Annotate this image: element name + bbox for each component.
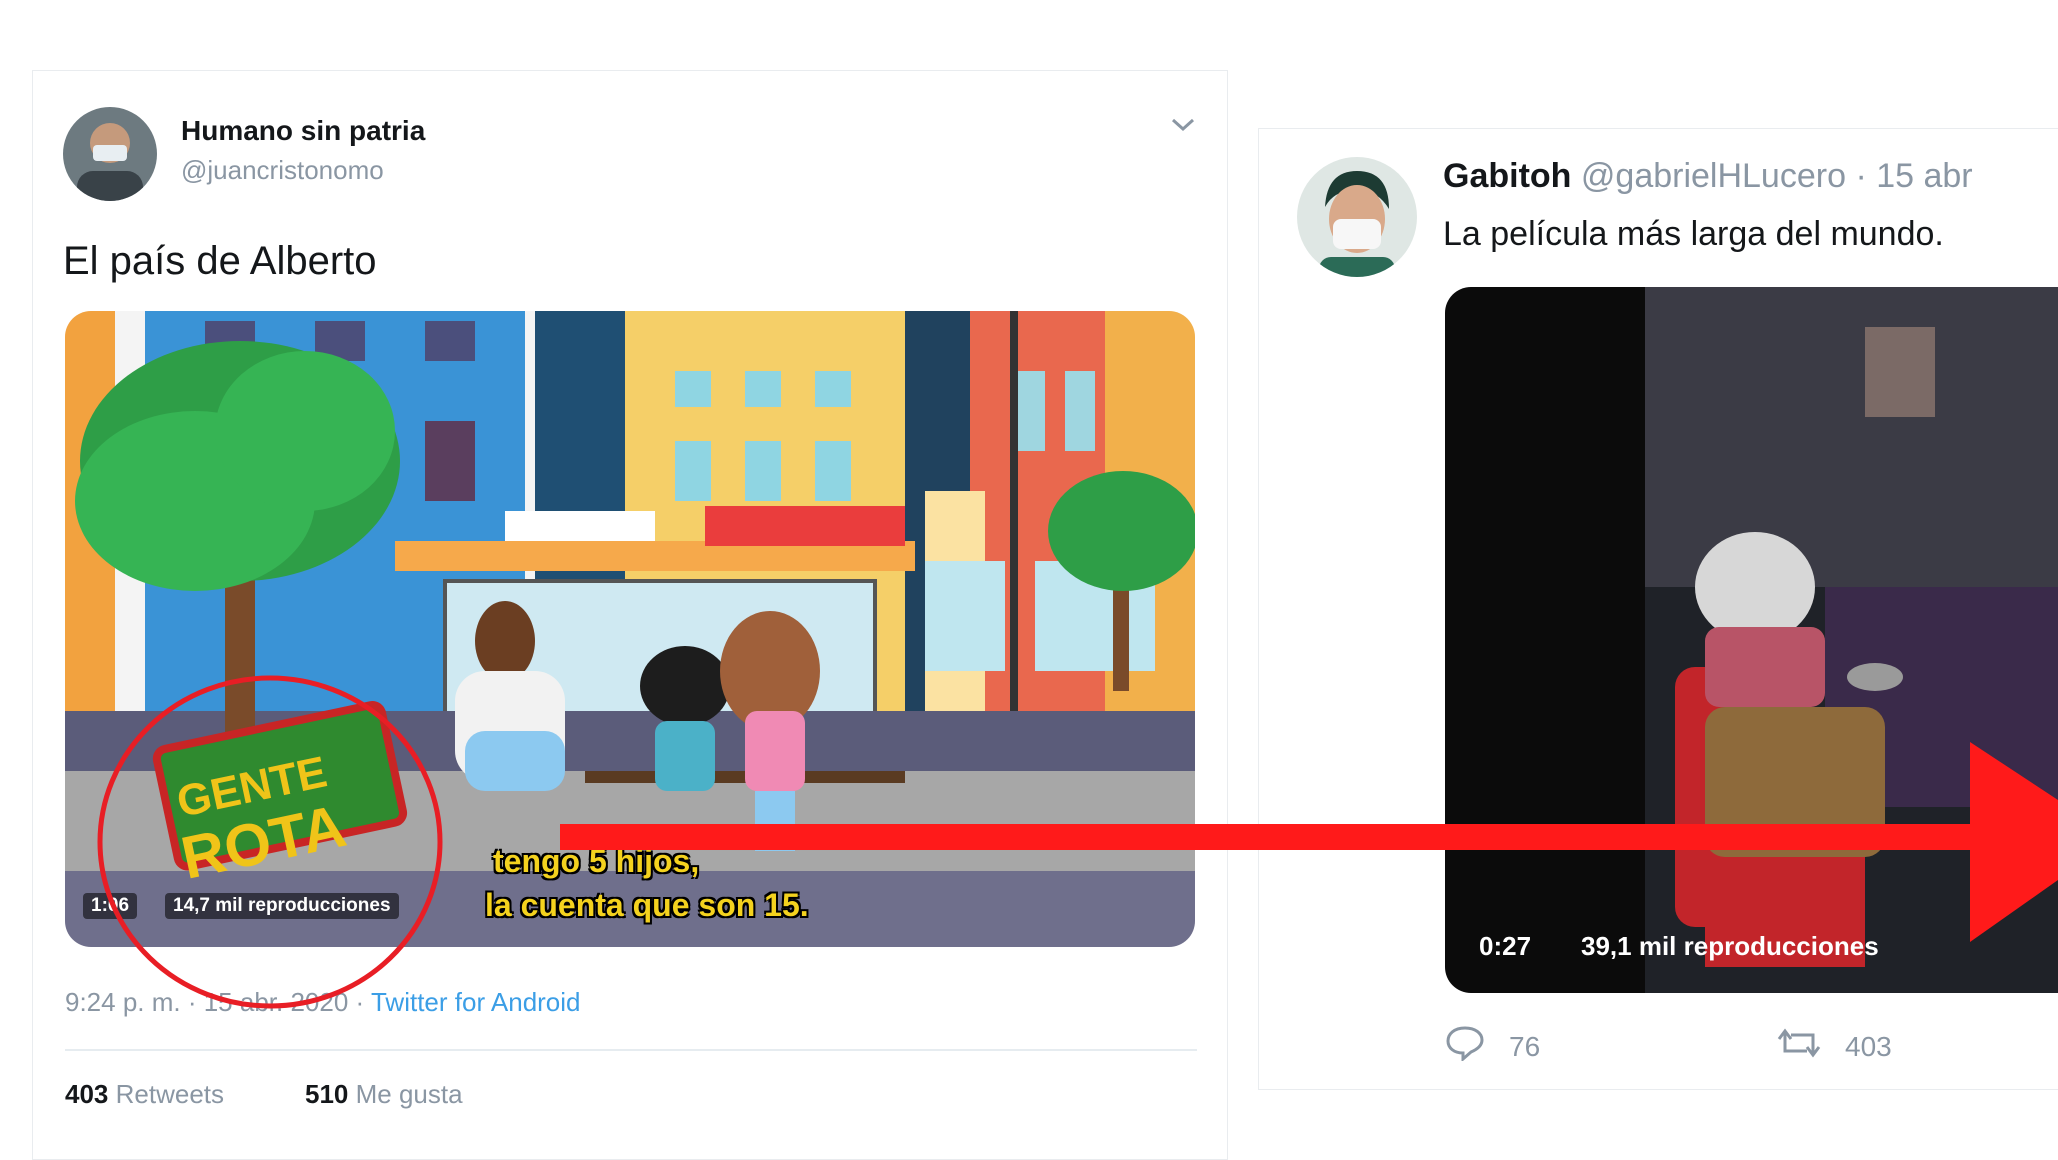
retweets-label: Retweets [115,1079,225,1109]
video-player[interactable]: 0:27 39,1 mil reproducciones [1445,287,2058,993]
meta-separator: · [355,987,365,1017]
tweet-text: El país de Alberto [63,239,377,283]
video-views: 14,7 mil reproducciones [165,893,399,919]
tweet-text: La película más larga del mundo. [1443,215,1944,253]
tweet-meta: 9:24 p. m. · 15 abr. 2020 · Twitter for … [65,987,581,1018]
video-player[interactable]: GENTE ROTA tengo 5 hijos, la cuenta que … [65,311,1195,947]
video-subtitle-line2: la cuenta que son 15. [485,887,809,923]
author-name[interactable]: Humano sin patria [181,115,425,147]
video-subtitle-line1: tengo 5 hijos, [493,843,700,879]
tweet-card-left: Humano sin patria @juancristonomo El paí… [32,70,1228,1160]
tweet-header: Gabitoh @gabrielHLucero · 15 abr [1443,157,1973,196]
chevron-down-icon[interactable] [1169,115,1197,140]
avatar[interactable] [63,107,157,201]
author-handle[interactable]: @juancristonomo [181,155,384,186]
retweet-count: 403 [1845,1030,1892,1062]
tweet-card-right: Gabitoh @gabrielHLucero · 15 abr La pelí… [1258,128,2058,1090]
likes-count: 510 [305,1079,349,1109]
author-handle[interactable]: @gabrielHLucero [1581,157,1846,195]
video-duration: 1:06 [83,893,138,919]
reply-icon [1445,1025,1485,1068]
divider [65,1049,1197,1051]
likes-stat[interactable]: 510 Me gusta [305,1079,463,1110]
author-name[interactable]: Gabitoh [1443,157,1571,195]
avatar[interactable] [1297,157,1417,277]
retweets-stat[interactable]: 403 Retweets [65,1079,224,1110]
likes-label: Me gusta [355,1079,463,1109]
tweet-date[interactable]: · 15 abr [1855,157,1972,195]
video-duration: 0:27 [1479,931,1532,961]
video-views: 39,1 mil reproducciones [1581,931,1879,961]
tweet-timestamp[interactable]: 9:24 p. m. · 15 abr. 2020 [65,987,348,1017]
video-thumbnail [1445,287,2058,993]
reply-count: 76 [1509,1030,1541,1062]
tweet-source[interactable]: Twitter for Android [371,987,581,1017]
reply-action[interactable]: 76 [1445,1025,1540,1068]
retweet-icon [1777,1025,1821,1068]
retweet-action[interactable]: 403 [1777,1025,1892,1068]
retweets-count: 403 [65,1079,109,1109]
